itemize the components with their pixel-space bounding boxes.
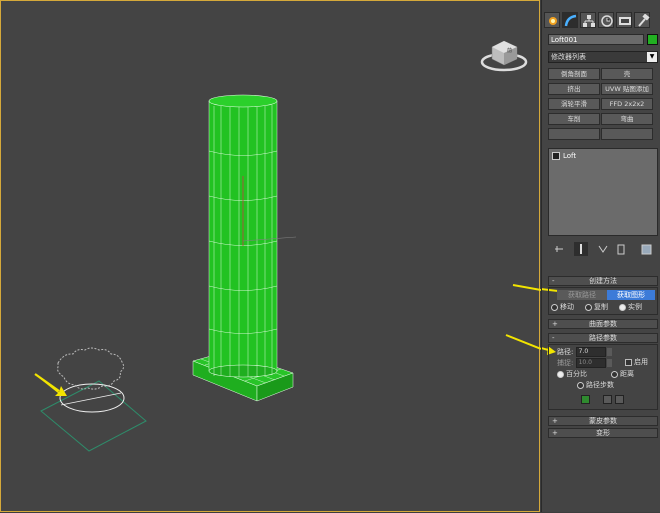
viewcube-label: 前 [507, 48, 513, 54]
uvw-map-add-button[interactable]: UVW 贴图添加 [601, 83, 653, 95]
enable-checkbox[interactable]: 启用 [625, 358, 648, 367]
stack-item-loft[interactable]: Loft [552, 152, 576, 160]
display-icon [619, 17, 631, 25]
object-name-field[interactable]: Loft001 [548, 34, 644, 45]
spinner-arrows-icon[interactable] [606, 348, 612, 356]
create-tab[interactable] [544, 12, 560, 28]
ffd-button[interactable]: FFD 2x2x2 [601, 98, 653, 110]
path-params-title: 路径参数 [589, 334, 617, 342]
stack-item-label: Loft [563, 152, 577, 160]
previous-shape-icon[interactable] [603, 395, 612, 404]
radio-instance[interactable]: 实例 [619, 303, 642, 312]
display-tab[interactable] [616, 12, 632, 28]
command-panel: Loft001 修改器列表 ▼ 倒角剖面 壳 挤出 UVW 贴图添加 涡轮平滑 … [541, 0, 660, 512]
creation-method-body: 获取路径 获取图形 移动 复制 实例 [548, 287, 658, 315]
radio-percentage[interactable]: 百分比 [557, 370, 587, 379]
circle-shape[interactable] [59, 383, 125, 413]
viewport-scene [34, 40, 528, 452]
pin-stack-icon[interactable] [552, 242, 566, 256]
path-spinner[interactable]: 7.0 [575, 347, 606, 357]
extrude-button[interactable]: 挤出 [548, 83, 600, 95]
expand-icon[interactable] [552, 152, 560, 160]
snap-spinner[interactable]: 10.0 [575, 358, 606, 368]
chevron-down-icon: ▼ [647, 52, 657, 62]
motion-icon [601, 15, 613, 27]
snap-row: 捕捉: 10.0 [557, 358, 612, 368]
deformation-header[interactable]: + 变形 [548, 428, 658, 438]
get-path-button[interactable]: 获取路径 [557, 290, 607, 300]
modify-tab[interactable] [562, 12, 578, 28]
lathe-button[interactable]: 车削 [548, 113, 600, 125]
empty-modifier-button-2[interactable] [601, 128, 653, 140]
object-color-swatch[interactable] [647, 34, 658, 45]
radio-path-steps[interactable]: 路径步数 [577, 381, 614, 390]
next-shape-icon[interactable] [615, 395, 624, 404]
modifier-list-dropdown[interactable]: 修改器列表 ▼ [548, 51, 658, 63]
radio-move[interactable]: 移动 [551, 303, 574, 312]
path-label: 路径: [557, 348, 574, 356]
get-shape-button[interactable]: 获取图形 [607, 290, 655, 300]
empty-modifier-button-1[interactable] [548, 128, 600, 140]
modify-icon [564, 14, 577, 27]
enable-label: 启用 [634, 358, 648, 366]
deformation-title: 变形 [596, 429, 610, 437]
surface-params-header[interactable]: + 曲面参数 [548, 319, 658, 329]
motion-tab[interactable] [598, 12, 614, 28]
make-unique-icon[interactable] [596, 242, 610, 256]
configure-sets-icon[interactable] [640, 242, 654, 256]
skin-params-title: 蒙皮参数 [589, 417, 617, 425]
path-params-body: 路径: 7.0 捕捉: 10.0 启用 百分比 距离 路径步数 [548, 344, 658, 410]
hammer-icon [638, 14, 650, 27]
turbosmooth-button[interactable]: 涡轮平滑 [548, 98, 600, 110]
radio-distance[interactable]: 距离 [611, 370, 634, 379]
skin-params-header[interactable]: + 蒙皮参数 [548, 416, 658, 426]
shell-button[interactable]: 壳 [601, 68, 653, 80]
hierarchy-icon [583, 15, 595, 27]
panel-tabs [544, 12, 659, 30]
perspective-viewport[interactable]: 前 [0, 0, 541, 512]
hierarchy-tab[interactable] [580, 12, 596, 28]
remove-modifier-icon[interactable] [614, 242, 628, 256]
modifier-list-label: 修改器列表 [551, 53, 586, 61]
snap-label: 捕捉: [557, 359, 574, 367]
path-row: 路径: 7.0 [557, 347, 612, 357]
pick-shape-icon[interactable] [581, 395, 590, 404]
radio-copy[interactable]: 复制 [585, 303, 608, 312]
surface-params-title: 曲面参数 [589, 320, 617, 328]
creation-method-title: 创建方法 [589, 277, 617, 285]
spinner-arrows-icon[interactable] [606, 359, 612, 367]
bend-button[interactable]: 弯曲 [601, 113, 653, 125]
create-icon [549, 17, 557, 25]
creation-method-header[interactable]: - 创建方法 [548, 276, 658, 286]
utilities-tab[interactable] [634, 12, 650, 28]
show-end-result-icon[interactable] [574, 242, 588, 256]
bevel-profile-button[interactable]: 倒角剖面 [548, 68, 600, 80]
modifier-stack[interactable]: Loft [548, 148, 658, 236]
star-shape[interactable] [57, 347, 125, 390]
path-params-header[interactable]: - 路径参数 [548, 333, 658, 343]
stack-toolbar [548, 242, 658, 258]
viewcube[interactable] [480, 40, 528, 72]
